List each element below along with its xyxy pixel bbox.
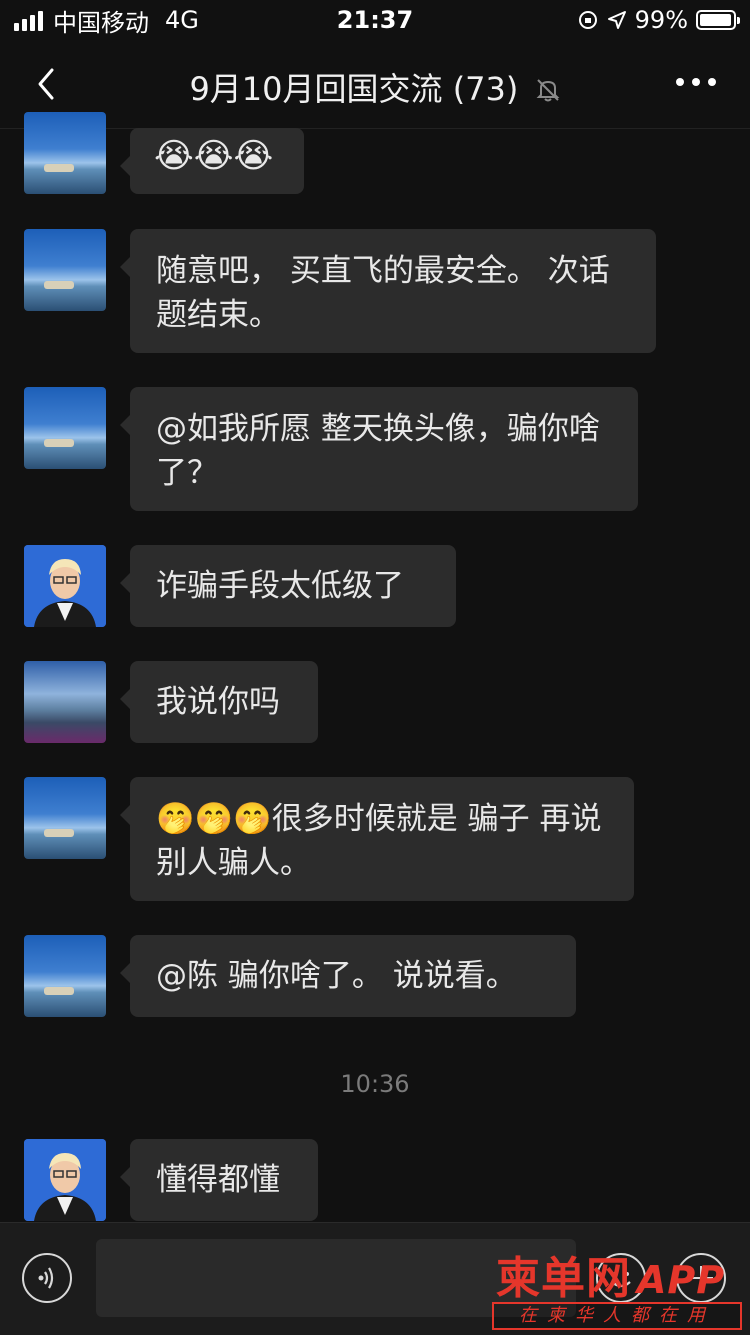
message-bubble[interactable]: 懂得都懂 [120,1139,318,1221]
message-bubble[interactable]: 😭😭😭 [120,128,304,194]
chat-title-wrap: 9月10月回国交流 (73) [0,64,750,110]
location-icon [607,11,626,29]
person-avatar-icon [24,1139,106,1221]
sender-avatar[interactable] [24,777,106,859]
orientation-lock-icon [578,11,597,29]
watermark-slogan: 在柬华人都在用 [492,1302,742,1330]
bell-off-icon [536,79,559,102]
voice-icon[interactable] [22,1253,72,1303]
battery-icon [696,10,740,30]
sender-avatar[interactable] [24,545,106,627]
sender-avatar[interactable] [24,1139,106,1221]
message-bubble[interactable]: @如我所愿 整天换头像，骗你啥了？ [120,387,638,511]
status-right: 99% [577,6,740,34]
sender-avatar[interactable] [24,229,106,311]
sender-avatar[interactable] [24,112,106,194]
sender-avatar[interactable] [24,935,106,1017]
chat-title: 9月10月回国交流 (73) [189,70,519,108]
chat-header: 9月10月回国交流 (73) [0,40,750,129]
message-bubble[interactable]: 随意吧， 买直飞的最安全。 次话题结束。 [120,229,656,353]
message-timestamp: 10:36 [340,1070,410,1098]
status-bar: 中国移动 4G 21:37 99% [0,0,750,40]
voice-waves-icon [38,1267,54,1289]
sender-avatar[interactable] [24,661,106,743]
message-bubble[interactable]: 我说你吗 [120,661,318,743]
message-bubble[interactable]: @陈 骗你啥了。 说说看。 [120,935,576,1017]
message-bubble[interactable]: 诈骗手段太低级了 [120,545,456,627]
person-avatar-icon [24,545,106,627]
watermark-logo: 柬单网 APP 在柬华人都在用 [492,1236,742,1332]
watermark-brand: 柬单网 APP [496,1253,726,1304]
message-bubble[interactable]: 🤭🤭🤭很多时候就是 骗子 再说别人骗人。 [120,777,634,901]
sender-avatar[interactable] [24,387,106,469]
battery-percent: 99% [634,6,688,34]
more-dots-icon[interactable] [676,78,716,86]
